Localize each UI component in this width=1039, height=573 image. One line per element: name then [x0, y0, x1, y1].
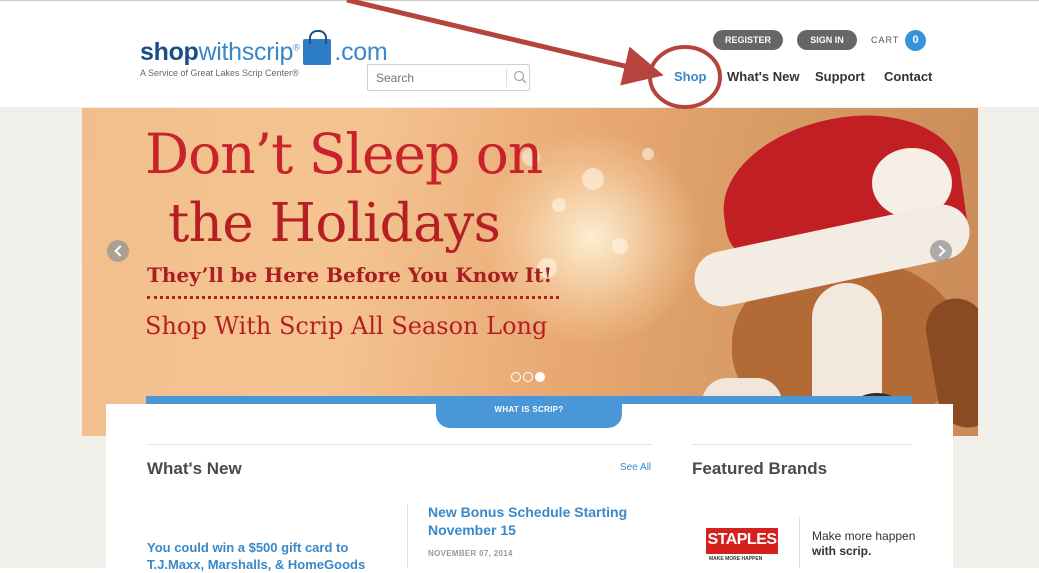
hero-next-arrow-icon[interactable] — [930, 240, 952, 262]
nav-shop[interactable]: Shop — [674, 69, 707, 84]
brand-divider — [799, 517, 800, 568]
hero-tagline: Shop With Scrip All Season Long — [145, 312, 548, 340]
search-divider — [506, 69, 507, 87]
see-all-link[interactable]: See All — [620, 462, 651, 473]
bokeh-light — [582, 168, 604, 190]
section-divider — [692, 444, 912, 445]
whats-new-title: What's New — [147, 459, 242, 478]
sign-in-button[interactable]: SIGN IN — [797, 30, 857, 50]
section-divider — [147, 444, 652, 445]
bokeh-light — [612, 238, 628, 254]
cart-count-badge[interactable]: 0 — [905, 30, 926, 51]
search-box[interactable] — [367, 64, 530, 91]
brand-promo-line1[interactable]: Make more happen — [812, 529, 915, 543]
annotation-arrow — [346, 0, 664, 86]
site-logo[interactable]: shopwithscrip® .com A Service of Great La… — [140, 30, 388, 78]
logo-wordmark: shopwithscrip® .com — [140, 30, 388, 66]
hero-headline-line2: the Holidays — [168, 193, 501, 254]
nav-contact[interactable]: Contact — [884, 69, 932, 84]
hero-prev-arrow-icon[interactable] — [107, 240, 129, 262]
hero-dotted-divider — [147, 296, 559, 299]
carousel-dot[interactable] — [511, 372, 521, 382]
column-divider — [407, 504, 408, 568]
search-icon[interactable] — [512, 69, 528, 85]
top-border — [0, 0, 1039, 1]
search-input[interactable] — [376, 69, 501, 87]
nav-whats-new[interactable]: What's New — [727, 69, 799, 84]
nav-support[interactable]: Support — [815, 69, 865, 84]
hero-subheadline: They’ll be Here Before You Know It! — [147, 263, 553, 287]
logo-tagline: A Service of Great Lakes Scrip Center® — [140, 68, 299, 78]
carousel-dot-active[interactable] — [535, 372, 545, 382]
article-title-link[interactable]: New Bonus Schedule Starting November 15 — [428, 503, 648, 539]
register-button[interactable]: REGISTER — [713, 30, 783, 50]
carousel-dots — [511, 372, 547, 382]
brand-promo-line2[interactable]: with scrip. — [812, 544, 871, 558]
article-date: NOVEMBER 07, 2014 — [428, 549, 513, 558]
carousel-dot[interactable] — [523, 372, 533, 382]
staples-logo[interactable]: STAPLES — [706, 528, 778, 554]
featured-brands-title: Featured Brands — [692, 459, 828, 478]
bokeh-light — [552, 198, 566, 212]
hero-headline-line1: Don’t Sleep on — [145, 122, 543, 186]
shopping-bag-icon — [303, 30, 332, 65]
what-is-scrip-tab[interactable]: WHAT IS SCRIP? — [436, 396, 622, 428]
staples-logo-tagline: MAKE MORE HAPPEN — [709, 556, 763, 562]
bokeh-light — [642, 148, 654, 160]
cart-label[interactable]: CART — [871, 35, 899, 45]
